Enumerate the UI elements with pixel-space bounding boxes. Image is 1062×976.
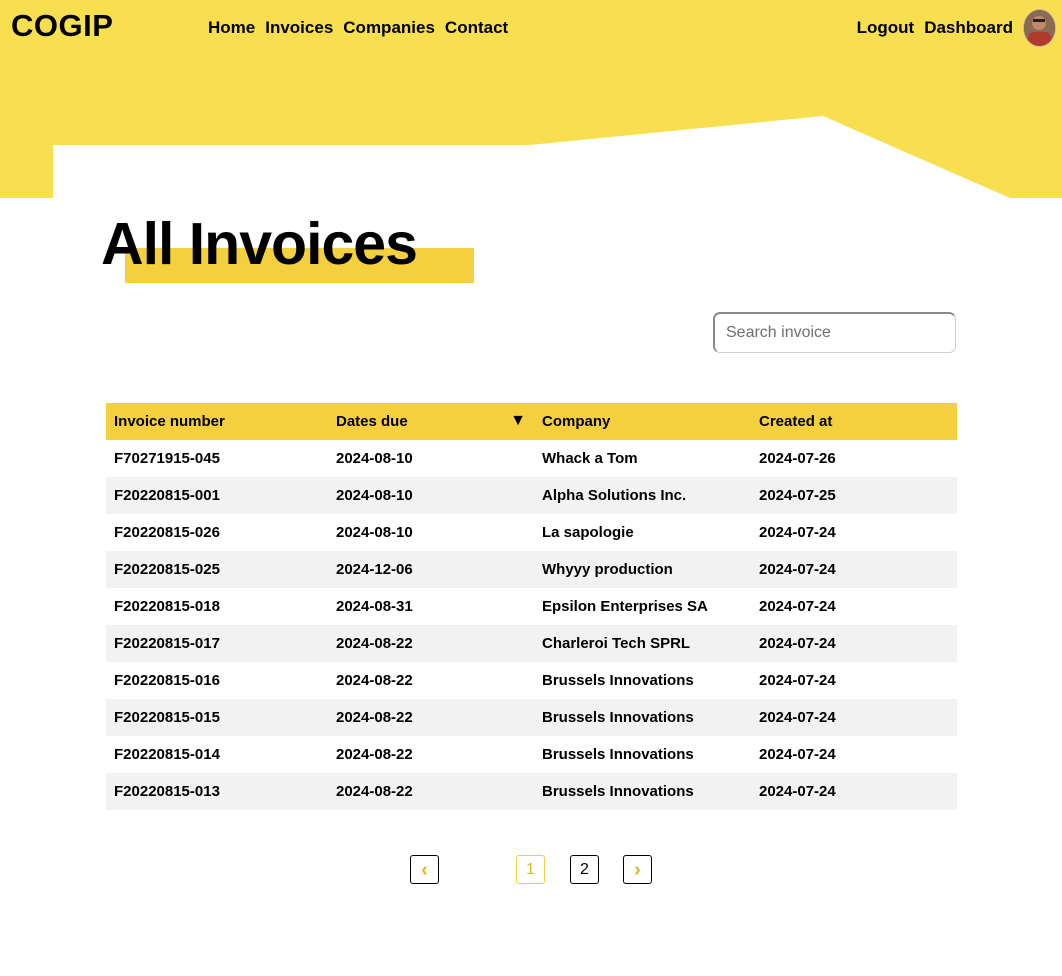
cell-date-due: 2024-08-22 — [336, 635, 413, 652]
cell-created-at: 2024-07-25 — [759, 487, 836, 504]
nav-companies[interactable]: Companies — [343, 18, 435, 38]
next-page-button[interactable]: › — [623, 855, 652, 884]
cell-invoice-number: F20220815-001 — [114, 487, 220, 504]
dashboard-link[interactable]: Dashboard — [924, 18, 1013, 38]
cell-invoice-number: F20220815-018 — [114, 598, 220, 615]
cell-created-at: 2024-07-26 — [759, 450, 836, 467]
cell-company: Brussels Innovations — [542, 672, 694, 689]
cell-invoice-number: F20220815-017 — [114, 635, 220, 652]
cell-created-at: 2024-07-24 — [759, 598, 836, 615]
header-dates-due-label: Dates due — [336, 413, 408, 430]
nav-home[interactable]: Home — [208, 18, 255, 38]
cell-date-due: 2024-08-31 — [336, 598, 413, 615]
cell-created-at: 2024-07-24 — [759, 672, 836, 689]
cell-company: Whack a Tom — [542, 450, 638, 467]
table-row[interactable]: F20220815-026 2024-08-10 La sapologie 20… — [106, 514, 957, 551]
table-header-row: Invoice number Dates due ▼ Company Creat… — [106, 403, 957, 440]
sort-down-icon[interactable]: ▼ — [510, 412, 526, 430]
cell-created-at: 2024-07-24 — [759, 561, 836, 578]
chevron-right-icon: › — [634, 858, 641, 881]
cell-company: La sapologie — [542, 524, 634, 541]
table-row[interactable]: F70271915-045 2024-08-10 Whack a Tom 202… — [106, 440, 957, 477]
cell-date-due: 2024-08-22 — [336, 746, 413, 763]
page-2-button[interactable]: 2 — [570, 855, 599, 884]
cell-date-due: 2024-08-10 — [336, 450, 413, 467]
cell-invoice-number: F20220815-014 — [114, 746, 220, 763]
table-row[interactable]: F20220815-015 2024-08-22 Brussels Innova… — [106, 699, 957, 736]
cell-company: Brussels Innovations — [542, 783, 694, 800]
logout-link[interactable]: Logout — [857, 18, 915, 38]
chevron-left-icon: ‹ — [421, 858, 428, 881]
table-row[interactable]: F20220815-014 2024-08-22 Brussels Innova… — [106, 736, 957, 773]
cell-company: Alpha Solutions Inc. — [542, 487, 687, 504]
header-company[interactable]: Company — [534, 403, 751, 440]
cell-company: Epsilon Enterprises SA — [542, 598, 708, 615]
cell-date-due: 2024-08-10 — [336, 524, 413, 541]
cell-company: Charleroi Tech SPRL — [542, 635, 691, 652]
cell-date-due: 2024-08-10 — [336, 487, 413, 504]
user-nav: Logout Dashboard — [857, 18, 1013, 38]
cell-date-due: 2024-12-06 — [336, 561, 413, 578]
cell-company: Whyyy production — [542, 561, 673, 578]
nav-invoices[interactable]: Invoices — [265, 18, 333, 38]
header-created-at[interactable]: Created at — [751, 403, 957, 440]
cell-created-at: 2024-07-24 — [759, 746, 836, 763]
table-row[interactable]: F20220815-025 2024-12-06 Whyyy productio… — [106, 551, 957, 588]
cell-company: Brussels Innovations — [542, 746, 694, 763]
page-title: All Invoices — [101, 211, 418, 277]
cell-created-at: 2024-07-24 — [759, 783, 836, 800]
table-row[interactable]: F20220815-017 2024-08-22 Charleroi Tech … — [106, 625, 957, 662]
cell-company: Brussels Innovations — [542, 709, 694, 726]
cell-date-due: 2024-08-22 — [336, 709, 413, 726]
logo[interactable]: COGIP — [11, 8, 113, 44]
cell-created-at: 2024-07-24 — [759, 709, 836, 726]
page-title-wrap: All Invoices — [101, 208, 501, 288]
cell-invoice-number: F20220815-013 — [114, 783, 220, 800]
header-dates-due[interactable]: Dates due ▼ — [328, 403, 534, 440]
table-row[interactable]: F20220815-018 2024-08-31 Epsilon Enterpr… — [106, 588, 957, 625]
header-invoice-number[interactable]: Invoice number — [106, 403, 328, 440]
search-input[interactable] — [713, 312, 956, 353]
invoices-table: Invoice number Dates due ▼ Company Creat… — [106, 403, 957, 810]
cell-created-at: 2024-07-24 — [759, 524, 836, 541]
pagination: ‹ 1 2 › — [0, 855, 1062, 885]
table-body: F70271915-045 2024-08-10 Whack a Tom 202… — [106, 440, 957, 810]
table-row[interactable]: F20220815-013 2024-08-22 Brussels Innova… — [106, 773, 957, 810]
cell-date-due: 2024-08-22 — [336, 783, 413, 800]
cell-created-at: 2024-07-24 — [759, 635, 836, 652]
cell-invoice-number: F20220815-015 — [114, 709, 220, 726]
nav-contact[interactable]: Contact — [445, 18, 508, 38]
cell-date-due: 2024-08-22 — [336, 672, 413, 689]
table-row[interactable]: F20220815-016 2024-08-22 Brussels Innova… — [106, 662, 957, 699]
cell-invoice-number: F70271915-045 — [114, 450, 220, 467]
avatar-image — [1024, 10, 1055, 46]
cell-invoice-number: F20220815-026 — [114, 524, 220, 541]
cell-invoice-number: F20220815-016 — [114, 672, 220, 689]
main-nav: Home Invoices Companies Contact — [208, 18, 508, 38]
cell-invoice-number: F20220815-025 — [114, 561, 220, 578]
user-avatar-icon[interactable] — [1023, 9, 1056, 47]
prev-page-button[interactable]: ‹ — [410, 855, 439, 884]
page-1-button[interactable]: 1 — [516, 855, 545, 884]
table-row[interactable]: F20220815-001 2024-08-10 Alpha Solutions… — [106, 477, 957, 514]
